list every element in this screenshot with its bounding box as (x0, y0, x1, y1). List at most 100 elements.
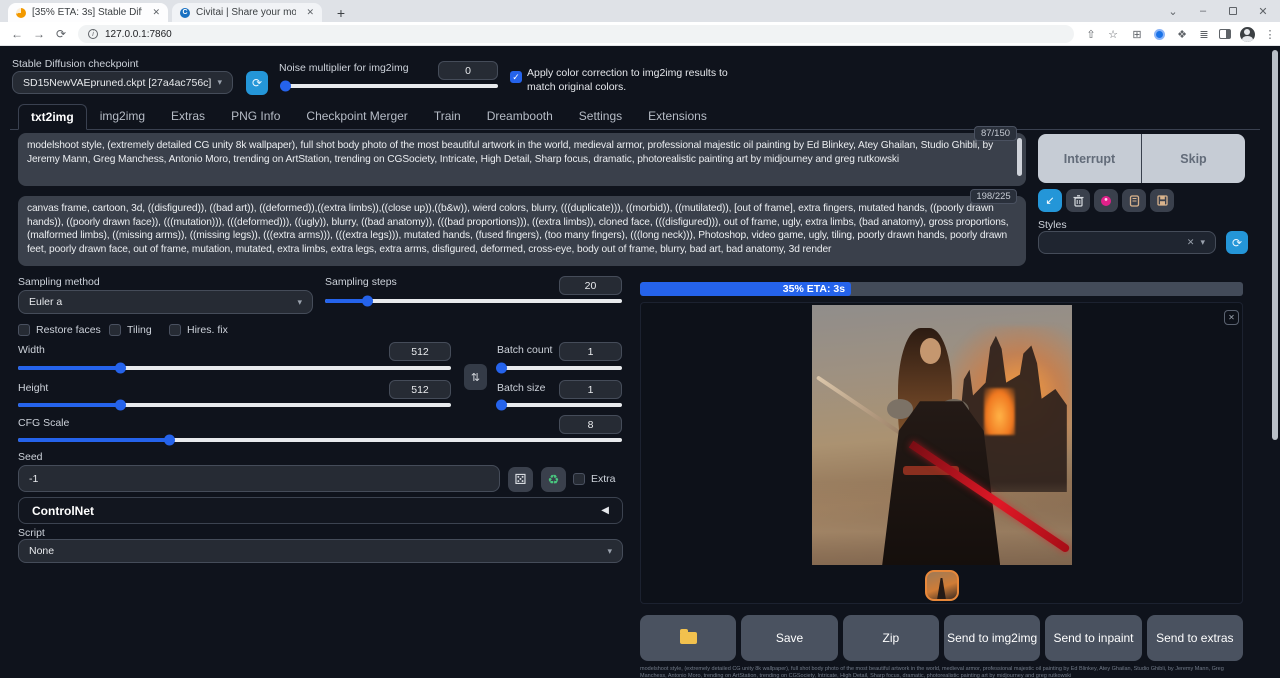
back-button[interactable]: ← (8, 25, 26, 43)
tab-extensions[interactable]: Extensions (635, 104, 720, 129)
tab-checkpoint-merger[interactable]: Checkpoint Merger (293, 104, 420, 129)
share-icon[interactable]: ⇧ (1082, 25, 1100, 43)
script-dropdown[interactable]: None ▾ (18, 539, 623, 563)
side-panel-icon[interactable] (1216, 25, 1234, 43)
window-minimize-button[interactable]: – (1188, 0, 1218, 22)
restore-faces-option[interactable]: Restore faces (18, 324, 101, 336)
height-slider[interactable] (18, 403, 451, 407)
batch-count-slider[interactable] (497, 366, 622, 370)
hires-fix-checkbox[interactable] (169, 324, 181, 336)
slider-handle[interactable] (496, 400, 507, 411)
tab-extras[interactable]: Extras (158, 104, 218, 129)
tab-img2img[interactable]: img2img (87, 104, 158, 129)
reuse-seed-button[interactable]: ♻ (541, 467, 566, 492)
negative-prompt-textarea[interactable]: canvas frame, cartoon, 3d, ((disfigured)… (18, 196, 1026, 266)
save-style-button[interactable] (1150, 189, 1174, 212)
checkpoint-refresh-button[interactable]: ⟳ (246, 71, 268, 95)
restore-faces-checkbox[interactable] (18, 324, 30, 336)
tab-dreambooth[interactable]: Dreambooth (474, 104, 566, 129)
cfg-scale-input[interactable]: 8 (559, 415, 622, 434)
gallery-thumbnail[interactable] (925, 570, 959, 601)
swap-dimensions-button[interactable]: ⇅ (464, 364, 487, 390)
browser-tab-civitai[interactable]: C Civitai | Share your models ✕ (172, 3, 322, 22)
open-folder-button[interactable] (640, 615, 736, 661)
save-button[interactable]: Save (741, 615, 837, 661)
extra-networks-button[interactable] (1094, 189, 1118, 212)
checkpoint-dropdown[interactable]: SD15NewVAEpruned.ckpt [27a4ac756c] ▾ (12, 71, 233, 94)
prompt-token-counter: 87/150 (974, 126, 1017, 141)
styles-refresh-button[interactable]: ⟳ (1226, 231, 1248, 254)
skip-button[interactable]: Skip (1142, 134, 1245, 183)
reload-button[interactable]: ⟳ (52, 25, 70, 43)
paste-params-button[interactable]: ↙ (1038, 189, 1062, 212)
window-close-button[interactable]: ✕ (1248, 0, 1278, 22)
sampling-method-dropdown[interactable]: Euler a ▾ (18, 290, 313, 314)
batch-size-input[interactable]: 1 (559, 380, 622, 399)
prompt-textarea[interactable]: modelshoot style, (extremely detailed CG… (18, 133, 1026, 186)
profile-avatar[interactable] (1238, 25, 1256, 43)
slider-handle[interactable] (362, 296, 373, 307)
apply-style-button[interactable] (1122, 189, 1146, 212)
style-card-icon (1129, 195, 1140, 207)
clear-styles-icon[interactable]: ✕ (1187, 237, 1195, 248)
address-bar[interactable]: i 127.0.0.1:7860 (78, 25, 1074, 43)
random-seed-button[interactable]: ⚄ (508, 467, 533, 492)
hires-fix-option[interactable]: Hires. fix (169, 324, 228, 336)
slider-handle[interactable] (115, 400, 126, 411)
save-floppy-icon (1157, 195, 1168, 206)
bookmark-star-icon[interactable]: ☆ (1104, 25, 1122, 43)
site-info-icon[interactable]: i (88, 29, 98, 39)
color-correction-checkbox[interactable]: ✓ (510, 71, 522, 83)
screen: [35% ETA: 3s] Stable Diffusion ✕ C Civit… (0, 0, 1280, 678)
extensions-puzzle-icon[interactable]: ❖ (1173, 25, 1191, 43)
tab-close-icon[interactable]: ✕ (306, 7, 314, 18)
slider-handle[interactable] (115, 363, 126, 374)
cfg-scale-slider[interactable] (18, 438, 622, 442)
close-gallery-button[interactable]: ✕ (1224, 310, 1239, 325)
sampling-steps-slider[interactable] (325, 299, 622, 303)
tab-close-icon[interactable]: ✕ (152, 7, 160, 18)
slider-handle[interactable] (496, 363, 507, 374)
tiling-option[interactable]: Tiling (109, 324, 152, 336)
seed-input[interactable]: -1 (18, 465, 500, 492)
noise-multiplier-slider[interactable] (281, 84, 498, 88)
clear-prompt-button[interactable] (1066, 189, 1090, 212)
width-slider[interactable] (18, 366, 451, 370)
send-to-inpaint-button[interactable]: Send to inpaint (1045, 615, 1141, 661)
tiling-checkbox[interactable] (109, 324, 121, 336)
send-to-extras-button[interactable]: Send to extras (1147, 615, 1243, 661)
new-tab-button[interactable]: + (332, 4, 350, 22)
batch-size-slider[interactable] (497, 403, 622, 407)
browser-menu-kebab-icon[interactable]: ⋮ (1261, 25, 1279, 43)
tab-png-info[interactable]: PNG Info (218, 104, 293, 129)
batch-count-input[interactable]: 1 (559, 342, 622, 361)
styles-dropdown[interactable]: ✕ ▾ (1038, 231, 1216, 254)
reading-list-icon[interactable]: ≣ (1195, 25, 1213, 43)
extra-seed-option[interactable]: Extra (573, 473, 616, 485)
window-chevron-icon[interactable]: ⌄ (1158, 0, 1188, 22)
page-scrollbar[interactable] (1272, 50, 1278, 440)
generated-image[interactable] (812, 305, 1072, 565)
slider-handle[interactable] (164, 435, 175, 446)
restore-faces-label: Restore faces (36, 324, 101, 336)
slider-handle[interactable] (280, 81, 291, 92)
tab-settings[interactable]: Settings (566, 104, 635, 129)
width-input[interactable]: 512 (389, 342, 451, 361)
height-input[interactable]: 512 (389, 380, 451, 399)
tab-train[interactable]: Train (421, 104, 474, 129)
extra-seed-label: Extra (591, 473, 616, 485)
noise-multiplier-input[interactable]: 0 (438, 61, 498, 80)
controlnet-accordion[interactable]: ControlNet ◀ (18, 497, 623, 524)
media-control-icon[interactable] (1150, 25, 1168, 43)
prompt-scrollbar[interactable] (1017, 138, 1022, 176)
interrupt-button[interactable]: Interrupt (1038, 134, 1141, 183)
send-to-img2img-button[interactable]: Send to img2img (944, 615, 1040, 661)
sampling-steps-input[interactable]: 20 (559, 276, 622, 295)
extra-seed-checkbox[interactable] (573, 473, 585, 485)
zip-button[interactable]: Zip (843, 615, 939, 661)
window-restore-button[interactable] (1218, 0, 1248, 22)
browser-tab-active[interactable]: [35% ETA: 3s] Stable Diffusion ✕ (8, 3, 168, 22)
forward-button[interactable]: → (30, 25, 48, 43)
tab-txt2img[interactable]: txt2img (18, 104, 87, 130)
tab-groups-icon[interactable]: ⊞ (1128, 25, 1146, 43)
